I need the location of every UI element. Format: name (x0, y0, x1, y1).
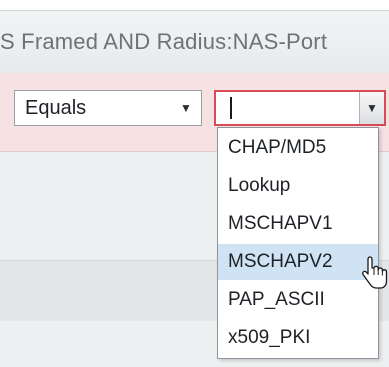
operator-select[interactable]: Equals ▼ (14, 90, 202, 126)
condition-expression-text: S Framed AND Radius:NAS-Port (0, 29, 328, 54)
chevron-down-icon[interactable]: ▼ (177, 91, 195, 125)
operator-select-value: Equals (25, 97, 87, 119)
dropdown-option-pap-ascii[interactable]: PAP_ASCII (218, 282, 378, 318)
dropdown-option-x509-pki[interactable]: x509_PKI (218, 320, 378, 356)
condition-expression-bar: S Framed AND Radius:NAS-Port (0, 10, 389, 74)
dropdown-option-chap-md5[interactable]: CHAP/MD5 (218, 130, 378, 166)
chevron-down-icon[interactable]: ▼ (359, 92, 384, 124)
value-select[interactable]: ▼ (214, 90, 386, 126)
hand-pointer-icon (362, 256, 388, 289)
dropdown-option-mschapv2[interactable]: MSCHAPV2 (218, 244, 378, 280)
dropdown-option-lookup[interactable]: Lookup (218, 168, 378, 204)
condition-editor: S Framed AND Radius:NAS-Port Equals ▼ ▼ … (0, 0, 389, 367)
text-caret (230, 97, 232, 119)
value-dropdown-list: CHAP/MD5 Lookup MSCHAPV1 MSCHAPV2 PAP_AS… (217, 127, 379, 359)
dropdown-option-mschapv1[interactable]: MSCHAPV1 (218, 206, 378, 242)
